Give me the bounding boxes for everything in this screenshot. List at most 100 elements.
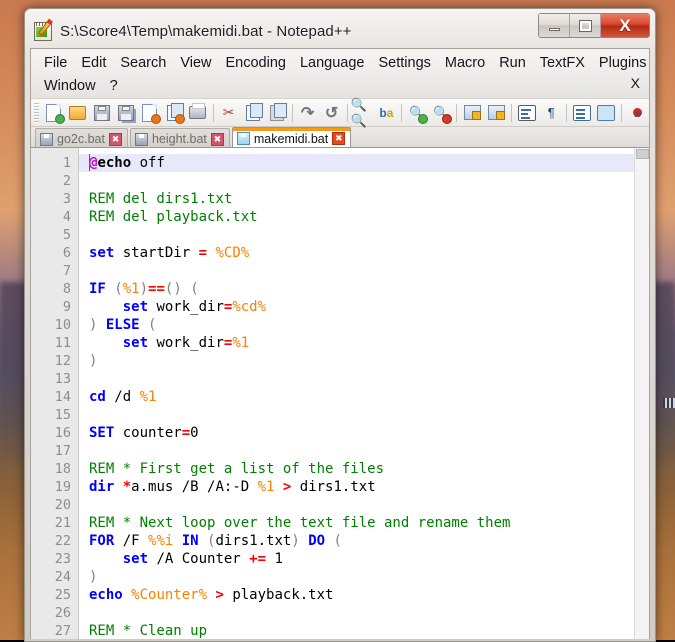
minimize-icon bbox=[549, 28, 560, 31]
saved-file-icon bbox=[237, 132, 250, 145]
undo-icon[interactable]: ↷ bbox=[296, 101, 320, 125]
menu-item-file[interactable]: File bbox=[37, 53, 74, 73]
code-line bbox=[79, 262, 649, 280]
tab-close-icon[interactable]: ✖ bbox=[211, 133, 224, 146]
saved-file-icon bbox=[135, 133, 148, 146]
word-wrap-icon[interactable] bbox=[515, 101, 539, 125]
line-number: 16 bbox=[31, 424, 78, 442]
menu-item-help[interactable]: ? bbox=[103, 76, 125, 96]
close-button[interactable]: X bbox=[601, 14, 649, 37]
toolbar-separator bbox=[566, 104, 567, 122]
line-number: 23 bbox=[31, 550, 78, 568]
line-number: 25 bbox=[31, 586, 78, 604]
tab-close-icon[interactable]: ✖ bbox=[332, 132, 345, 145]
replace-icon[interactable]: ba bbox=[374, 101, 398, 125]
tab-label: go2c.bat bbox=[57, 132, 105, 146]
toolbar-separator bbox=[347, 104, 348, 122]
code-line: REM * First get a list of the files bbox=[79, 460, 649, 478]
toolbar-separator bbox=[511, 104, 512, 122]
code-line: cd /d %1 bbox=[79, 388, 649, 406]
line-number: 18 bbox=[31, 460, 78, 478]
close-document-button[interactable]: X bbox=[631, 75, 640, 91]
desktop-background-widget bbox=[663, 398, 675, 408]
user-defined-language-icon[interactable] bbox=[594, 101, 618, 125]
toolbar-separator bbox=[621, 104, 622, 122]
maximize-icon bbox=[580, 21, 591, 31]
close-file-icon[interactable] bbox=[138, 101, 162, 125]
menu-item-window[interactable]: Window bbox=[37, 76, 103, 96]
close-icon: X bbox=[619, 17, 630, 34]
line-number-gutter: 1 2 3 4 5 6 7 8 9 10 11 12 13 14 15 16 1… bbox=[31, 148, 79, 639]
code-text-area[interactable]: @echo off REM del dirs1.txtREM del playb… bbox=[79, 148, 649, 639]
copy-icon[interactable] bbox=[241, 101, 265, 125]
zoom-out-icon[interactable]: 🔍 bbox=[429, 101, 453, 125]
menu-item-language[interactable]: Language bbox=[293, 53, 372, 73]
save-icon[interactable] bbox=[90, 101, 114, 125]
sync-horizontal-scroll-icon[interactable] bbox=[484, 101, 508, 125]
line-number: 22 bbox=[31, 532, 78, 550]
menu-item-plugins[interactable]: Plugins bbox=[592, 53, 654, 73]
line-number: 14 bbox=[31, 388, 78, 406]
code-line bbox=[79, 406, 649, 424]
code-line: set work_dir=%cd% bbox=[79, 298, 649, 316]
code-line bbox=[79, 226, 649, 244]
print-icon[interactable] bbox=[186, 101, 210, 125]
menu-row-primary: File Edit Search View Encoding Language … bbox=[37, 51, 643, 74]
tab-height-bat[interactable]: height.bat ✖ bbox=[130, 128, 230, 149]
menu-item-run[interactable]: Run bbox=[492, 53, 533, 73]
tab-close-icon[interactable]: ✖ bbox=[109, 133, 122, 146]
menu-item-edit[interactable]: Edit bbox=[74, 53, 113, 73]
code-line: REM del dirs1.txt bbox=[79, 190, 649, 208]
tab-go2c-bat[interactable]: go2c.bat ✖ bbox=[35, 128, 128, 149]
code-line bbox=[79, 496, 649, 514]
open-file-icon[interactable] bbox=[66, 101, 90, 125]
code-line bbox=[79, 604, 649, 622]
line-number: 6 bbox=[31, 244, 78, 262]
find-icon[interactable]: 🔍🔍 bbox=[350, 101, 374, 125]
code-line: set /A Counter += 1 bbox=[79, 550, 649, 568]
redo-icon[interactable]: ↺ bbox=[320, 101, 344, 125]
toolbar-overflow-chevron-icon[interactable]: » bbox=[634, 105, 642, 121]
menu-item-view[interactable]: View bbox=[173, 53, 218, 73]
show-all-characters-icon[interactable]: ¶ bbox=[539, 101, 563, 125]
minimize-button[interactable] bbox=[539, 14, 570, 37]
code-line: echo %Counter% > playback.txt bbox=[79, 586, 649, 604]
save-all-icon[interactable] bbox=[114, 101, 138, 125]
menu-bar: File Edit Search View Encoding Language … bbox=[31, 49, 649, 99]
line-number: 21 bbox=[31, 514, 78, 532]
line-number: 17 bbox=[31, 442, 78, 460]
scrollbar-thumb[interactable] bbox=[636, 149, 649, 159]
vertical-scrollbar[interactable] bbox=[634, 148, 649, 639]
tab-label: makemidi.bat bbox=[254, 132, 328, 146]
cut-icon[interactable]: ✂ bbox=[217, 101, 241, 125]
line-number: 24 bbox=[31, 568, 78, 586]
indent-guide-icon[interactable] bbox=[570, 101, 594, 125]
menu-item-search[interactable]: Search bbox=[113, 53, 173, 73]
line-number: 19 bbox=[31, 478, 78, 496]
code-lines: @echo off REM del dirs1.txtREM del playb… bbox=[79, 154, 649, 639]
code-line: REM * Next loop over the text file and r… bbox=[79, 514, 649, 532]
notepad-plus-plus-icon bbox=[33, 21, 53, 41]
code-line: ) ELSE ( bbox=[79, 316, 649, 334]
menu-item-macro[interactable]: Macro bbox=[438, 53, 492, 73]
menu-item-settings[interactable]: Settings bbox=[371, 53, 437, 73]
paste-icon[interactable] bbox=[265, 101, 289, 125]
menu-item-textfx[interactable]: TextFX bbox=[533, 53, 592, 73]
code-line: REM del playback.txt bbox=[79, 208, 649, 226]
line-number: 11 bbox=[31, 334, 78, 352]
window-title: S:\Score4\Temp\makemidi.bat - Notepad++ bbox=[60, 23, 352, 40]
line-number: 8 bbox=[31, 280, 78, 298]
line-number: 5 bbox=[31, 226, 78, 244]
menu-item-encoding[interactable]: Encoding bbox=[219, 53, 293, 73]
code-editor[interactable]: 1 2 3 4 5 6 7 8 9 10 11 12 13 14 15 16 1… bbox=[31, 147, 649, 639]
sync-vertical-scroll-icon[interactable] bbox=[460, 101, 484, 125]
toolbar-grip[interactable] bbox=[34, 103, 39, 123]
saved-file-icon bbox=[40, 133, 53, 146]
tab-makemidi-bat[interactable]: makemidi.bat ✖ bbox=[232, 127, 351, 149]
new-file-icon[interactable] bbox=[42, 101, 66, 125]
maximize-button[interactable] bbox=[570, 14, 601, 37]
notepad-plus-plus-window: S:\Score4\Temp\makemidi.bat - Notepad++ … bbox=[24, 8, 656, 642]
code-line bbox=[79, 172, 649, 190]
close-all-files-icon[interactable] bbox=[162, 101, 186, 125]
zoom-in-icon[interactable]: 🔍 bbox=[405, 101, 429, 125]
